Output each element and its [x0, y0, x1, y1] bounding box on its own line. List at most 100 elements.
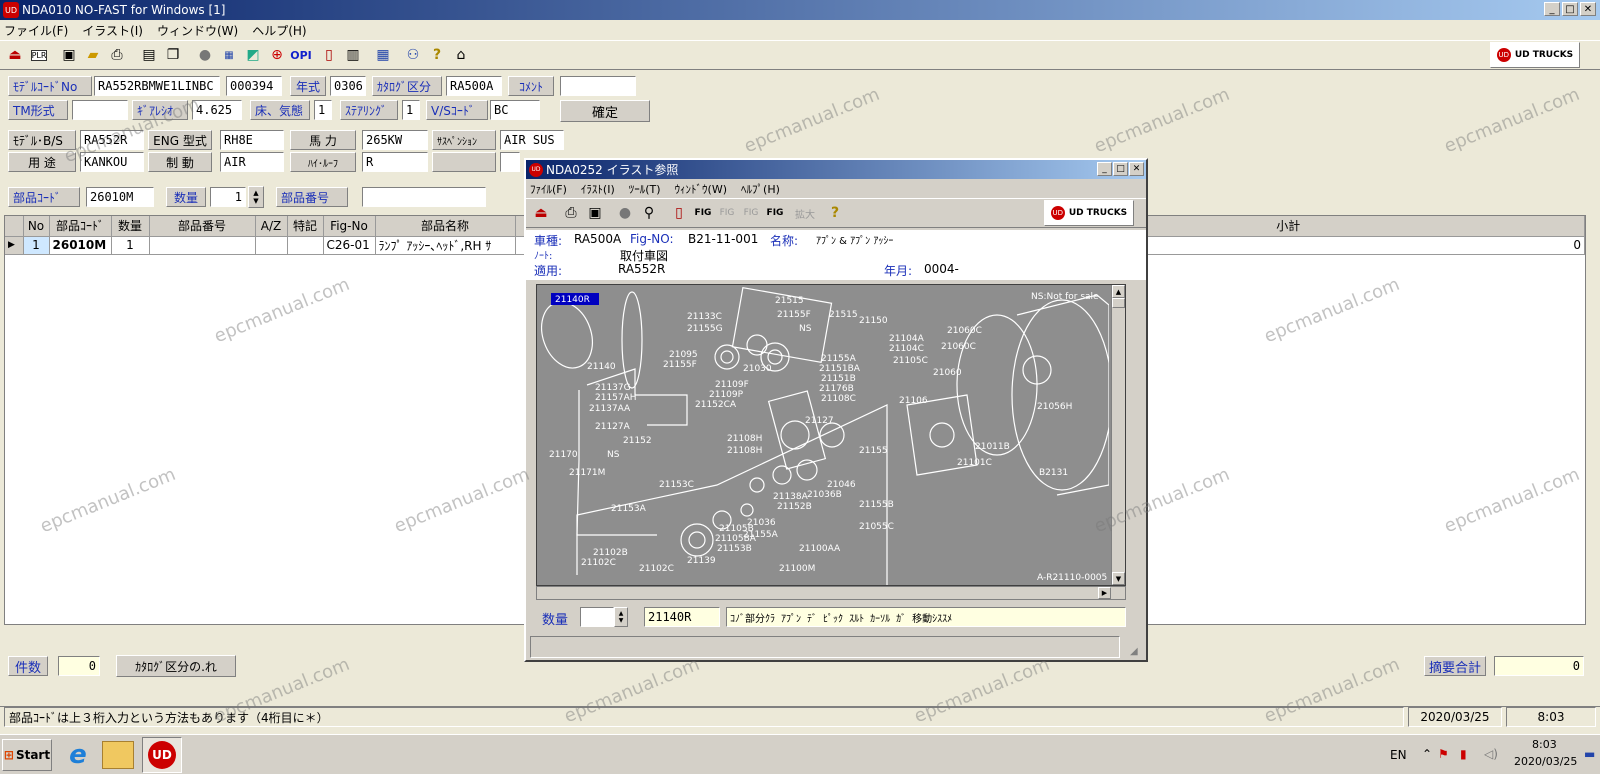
dialog-fig-prev-icon[interactable]: FIG — [692, 202, 714, 224]
part-callout[interactable]: 21155 — [859, 446, 888, 456]
maximize-button[interactable]: □ — [1562, 2, 1578, 16]
ie-icon[interactable]: e — [62, 739, 94, 771]
model-code-field[interactable]: RA552RBMWE1LINBC — [94, 76, 220, 96]
tray-expand-icon[interactable]: ⌃ — [1422, 747, 1432, 761]
part-callout[interactable]: 21102C — [639, 564, 674, 574]
part-callout[interactable]: 21104C — [889, 344, 924, 354]
part-callout[interactable]: 21100M — [779, 564, 815, 574]
part-callout[interactable]: 21137G — [595, 383, 631, 393]
part-callout[interactable]: 21101C — [957, 458, 992, 468]
menu-file[interactable]: ファイル(F) — [4, 22, 68, 39]
dialog-menu-tool[interactable]: ﾂｰﾙ(T) — [629, 181, 661, 197]
row-partno[interactable] — [149, 236, 256, 255]
part-callout[interactable]: 21127 — [805, 416, 834, 426]
users-icon[interactable]: ⚇ — [402, 44, 424, 66]
part-callout[interactable]: 21060C — [941, 342, 976, 352]
dialog-book-icon[interactable]: ▯ — [668, 202, 690, 224]
blank-field[interactable] — [500, 152, 520, 172]
part-callout[interactable]: 21152 — [623, 436, 652, 446]
part-callout[interactable]: 21046 — [827, 480, 856, 490]
selected-part-label[interactable]: 21140R — [555, 295, 590, 305]
explorer-icon[interactable] — [102, 741, 134, 769]
part-callout[interactable]: 21108H — [727, 446, 762, 456]
part-callout[interactable]: 21127A — [595, 422, 631, 432]
language-indicator[interactable]: EN — [1390, 748, 1407, 762]
help-icon[interactable]: ? — [426, 44, 448, 66]
part-callout[interactable]: 21151BA — [819, 364, 861, 374]
confirm-button[interactable]: 確定 — [560, 100, 650, 122]
part-callout[interactable]: 21150 — [859, 316, 888, 326]
dialog-menu-file[interactable]: ﾌｧｲﾙ(F) — [530, 181, 567, 197]
menu-window[interactable]: ウィンドウ(W) — [157, 22, 238, 39]
part-callout[interactable]: 21152CA — [695, 400, 737, 410]
dialog-maximize-button[interactable]: □ — [1113, 162, 1128, 176]
partcode-field[interactable]: 26010M — [86, 187, 154, 207]
row-qty[interactable]: 1 — [111, 236, 150, 255]
row-az[interactable] — [255, 236, 288, 255]
save-icon[interactable]: ▣ — [58, 44, 80, 66]
dialog-exit-icon[interactable]: ⏏ — [530, 202, 552, 224]
book-icon[interactable]: ▯ — [318, 44, 340, 66]
part-callout[interactable]: 21102C — [581, 558, 616, 568]
scroll-thumb[interactable] — [1112, 298, 1125, 308]
resize-grip-icon[interactable]: ◢ — [1130, 646, 1138, 657]
part-callout[interactable]: 21106 — [899, 396, 928, 406]
dialog-help-icon[interactable]: ? — [824, 202, 846, 224]
part-callout[interactable]: 21515 — [775, 296, 804, 306]
part-callout[interactable]: 21108C — [821, 394, 856, 404]
eng-field[interactable]: RH8E — [220, 130, 284, 150]
part-callout[interactable]: 21152B — [777, 502, 812, 512]
row-fig[interactable]: C26-01 — [323, 236, 376, 255]
circle-icon[interactable]: ● — [194, 44, 216, 66]
part-callout[interactable]: NS — [799, 324, 812, 334]
part-callout[interactable]: 21155A — [821, 354, 857, 364]
part-callout[interactable]: 21155A — [743, 530, 779, 540]
action-center-icon[interactable]: ⚑ — [1438, 747, 1449, 761]
year-field[interactable]: 0306 — [330, 76, 366, 96]
home-icon[interactable]: ⌂ — [450, 44, 472, 66]
use-field[interactable]: KANKOU — [80, 152, 144, 172]
dialog-zoom-icon[interactable]: ⚲ — [638, 202, 660, 224]
exit-icon[interactable]: ⏏ — [4, 44, 26, 66]
part-callout[interactable]: 21138A — [773, 492, 809, 502]
part-callout[interactable]: 21102B — [593, 548, 628, 558]
print-icon[interactable]: ⎙ — [106, 44, 128, 66]
tm-field[interactable] — [72, 100, 128, 120]
part-callout[interactable]: 21155F — [777, 310, 811, 320]
hiroof-field[interactable]: R — [362, 152, 428, 172]
qty-field[interactable]: 1 — [210, 187, 246, 207]
vs-field[interactable]: BC — [490, 100, 540, 120]
copy-icon[interactable]: ❐ — [162, 44, 184, 66]
susp-field[interactable]: AIR SUS — [500, 130, 564, 150]
show-desktop-icon[interactable]: ▬ — [1584, 747, 1595, 761]
grid-icon[interactable]: ▦ — [372, 44, 394, 66]
row-code[interactable]: 26010M — [49, 236, 112, 255]
list-icon[interactable]: ▤ — [138, 44, 160, 66]
part-callout[interactable]: 21109P — [709, 390, 744, 400]
power-icon[interactable]: ▮ — [1460, 747, 1467, 761]
part-callout[interactable]: 21137AA — [589, 404, 631, 414]
illustration-viewer[interactable]: 21515 21515 21150 21133C 21155F 21155G NS 21140… — [536, 284, 1126, 586]
part-callout[interactable]: 21056H — [1037, 402, 1072, 412]
part-callout[interactable]: 21011B — [975, 442, 1010, 452]
part-callout[interactable]: 21104A — [889, 334, 925, 344]
horizontal-scrollbar[interactable]: ▶ — [536, 586, 1126, 600]
scroll-right-icon[interactable]: ▶ — [1098, 587, 1111, 599]
volume-icon[interactable]: ◁) — [1484, 747, 1498, 761]
dialog-print-icon[interactable]: ⎙ — [560, 202, 582, 224]
part-callout[interactable]: 21139 — [687, 556, 716, 566]
power-field[interactable]: 265KW — [362, 130, 428, 150]
image-icon[interactable]: ◩ — [242, 44, 264, 66]
vertical-scrollbar[interactable]: ▲ ▼ — [1111, 285, 1125, 585]
open-icon[interactable]: ▰ — [82, 44, 104, 66]
part-callout[interactable]: 21155B — [859, 500, 894, 510]
qty-spinner[interactable]: ▲ ▼ — [248, 186, 264, 208]
opi-icon[interactable]: OPI — [290, 44, 312, 66]
scroll-up-icon[interactable]: ▲ — [1112, 285, 1125, 298]
part-callout[interactable]: 21036B — [807, 490, 842, 500]
part-callout[interactable]: 21108H — [727, 434, 762, 444]
dialog-menu-window[interactable]: ｳｨﾝﾄﾞｳ(W) — [675, 181, 727, 197]
dialog-circle-icon[interactable]: ● — [614, 202, 636, 224]
comment-field[interactable] — [560, 76, 636, 96]
dialog-menu-help[interactable]: ﾍﾙﾌﾟ(H) — [741, 181, 780, 197]
